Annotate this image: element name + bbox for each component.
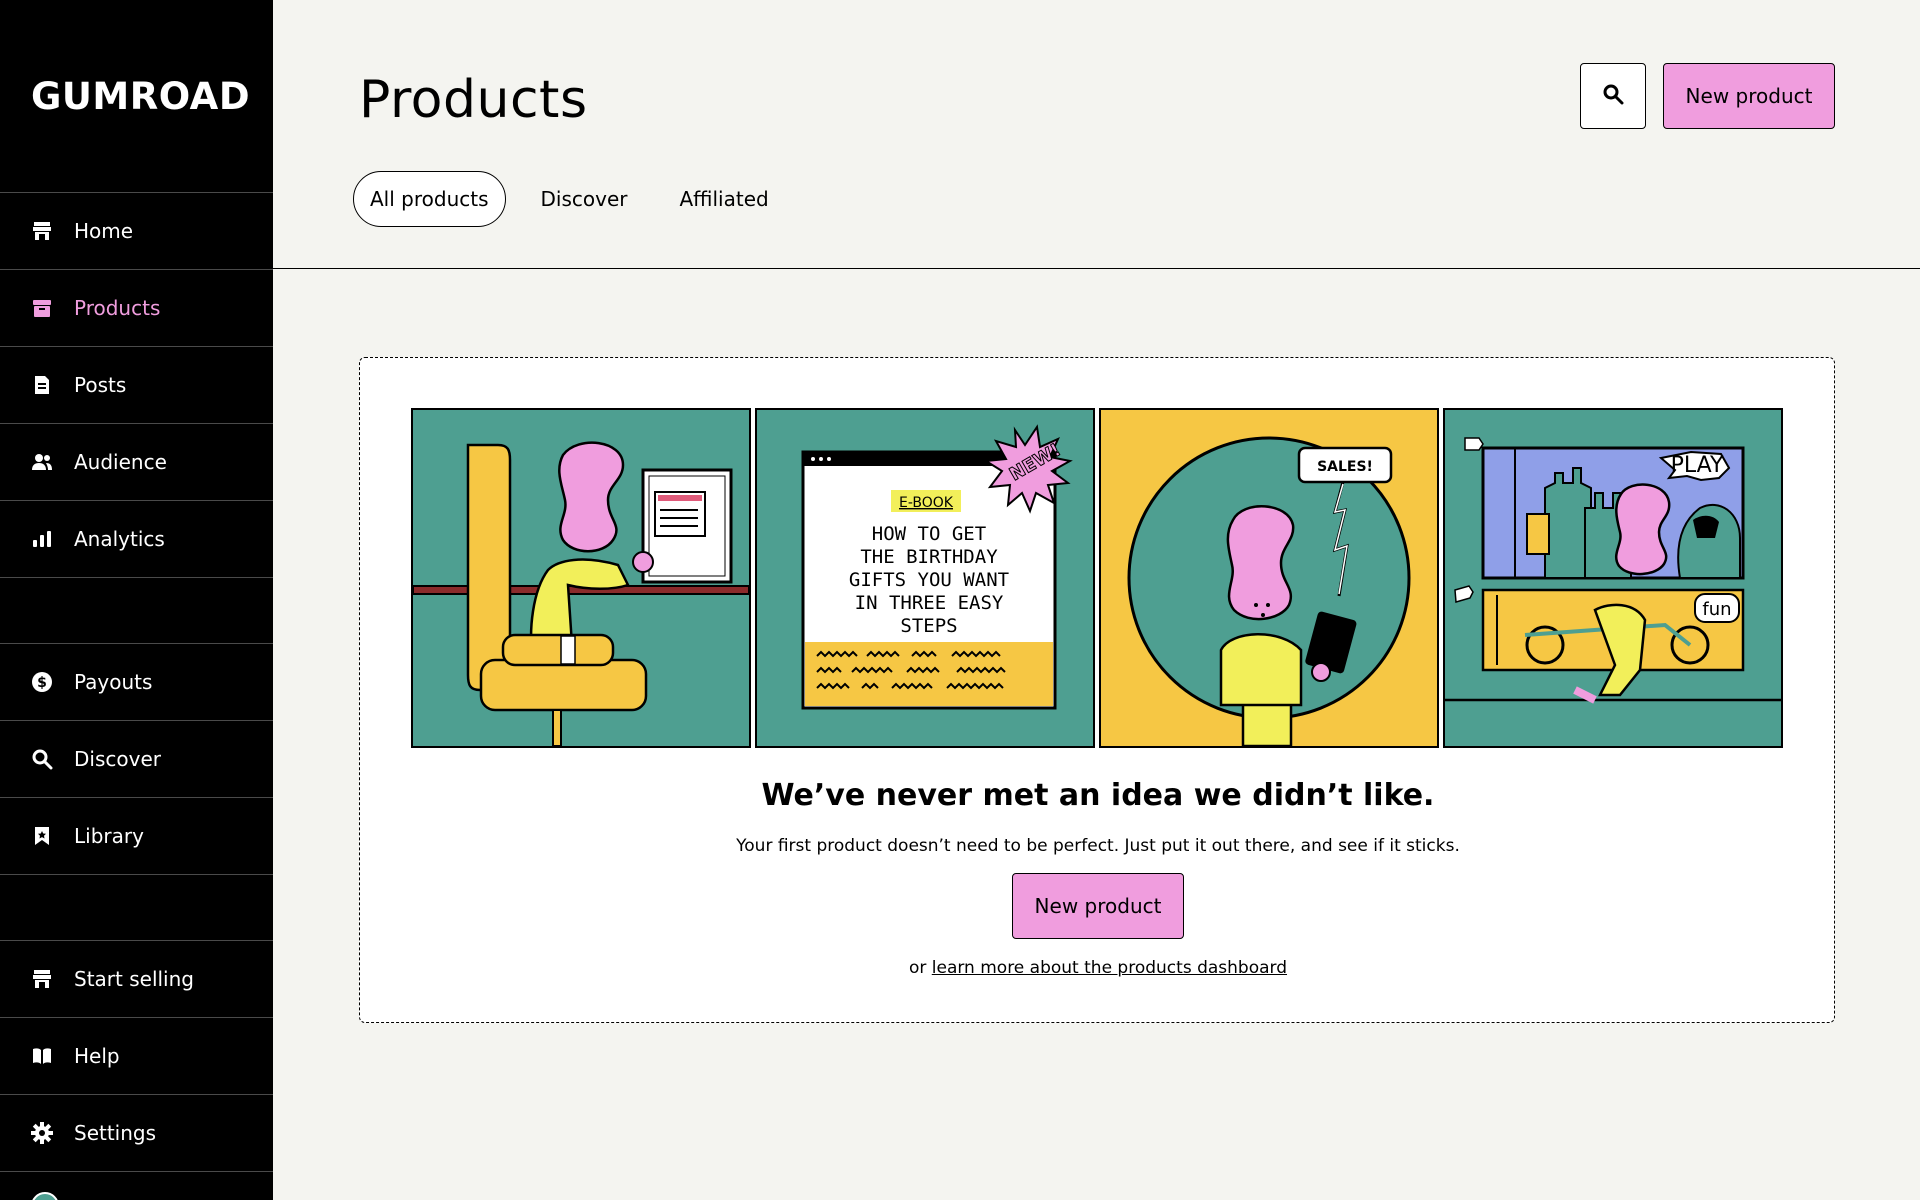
learn-more-line: or learn more about the products dashboa…	[360, 958, 1836, 978]
sidebar-item-products[interactable]: Products	[0, 269, 273, 346]
illustration-strip: NEW! E-BOOK HOW TO GET THE BIRTHDAY GIFT…	[411, 408, 1783, 748]
sidebar-item-audience[interactable]: Audience	[0, 423, 273, 500]
sidebar-item-library[interactable]: Library	[0, 797, 273, 874]
sidebar-item-payouts[interactable]: $ Payouts	[0, 643, 273, 720]
gear-icon	[31, 1122, 53, 1144]
people-icon	[31, 451, 53, 473]
ebook-title-line: HOW TO GET	[872, 523, 986, 545]
svg-text:$: $	[37, 675, 47, 691]
empty-state-subtext: Your first product doesn’t need to be pe…	[736, 836, 1460, 856]
sidebar-item-label: Home	[74, 219, 134, 243]
page-title: Products	[359, 70, 588, 130]
illustration-panel-ebook: NEW! E-BOOK HOW TO GET THE BIRTHDAY GIFT…	[755, 408, 1095, 748]
illustration-panel-desk	[411, 408, 751, 748]
sidebar-item-label: Help	[74, 1044, 120, 1068]
new-product-button[interactable]: New product	[1663, 63, 1835, 129]
sidebar-item-label: Payouts	[74, 670, 153, 694]
tab-all-products[interactable]: All products	[353, 171, 506, 227]
learn-more-link[interactable]: learn more about the products dashboard	[932, 958, 1287, 978]
sidebar-item-settings[interactable]: Settings	[0, 1094, 273, 1171]
search-button[interactable]	[1580, 63, 1646, 129]
search-icon	[1602, 83, 1624, 109]
bar-chart-icon	[31, 528, 53, 550]
ebook-title-line: GIFTS YOU WANT	[849, 569, 1009, 591]
ebook-title-line: IN THREE EASY	[855, 592, 1004, 614]
sidebar-item-home[interactable]: Home	[0, 192, 273, 269]
sidebar-item-label: Products	[74, 296, 161, 320]
sidebar-item-label: Discover	[74, 747, 161, 771]
store-icon	[31, 968, 53, 990]
tab-affiliated[interactable]: Affiliated	[662, 171, 785, 227]
empty-state-card: NEW! E-BOOK HOW TO GET THE BIRTHDAY GIFT…	[359, 357, 1835, 1023]
ebook-title-line: THE BIRTHDAY	[860, 546, 998, 568]
fun-text: fun	[1702, 599, 1731, 620]
avatar[interactable]	[31, 1192, 59, 1200]
sidebar-item-posts[interactable]: Posts	[0, 346, 273, 423]
sidebar-item-label: Posts	[74, 373, 127, 397]
illustration-panel-play: PLAY fun	[1443, 408, 1783, 748]
sidebar-item-help[interactable]: Help	[0, 1017, 273, 1094]
sidebar-item-label: Analytics	[74, 527, 165, 551]
sidebar-divider	[0, 1171, 273, 1172]
sidebar-item-label: Library	[74, 824, 144, 848]
header-divider	[273, 268, 1920, 269]
tab-discover[interactable]: Discover	[524, 171, 645, 227]
sidebar-item-label: Start selling	[74, 967, 194, 991]
bookmark-icon	[31, 825, 53, 847]
book-icon	[31, 1045, 53, 1067]
sidebar-item-start-selling[interactable]: Start selling	[0, 940, 273, 1017]
tab-bar: All products Discover Affiliated	[353, 171, 804, 227]
new-product-button-empty-state[interactable]: New product	[1012, 873, 1184, 939]
empty-state-headline: We’ve never met an idea we didn’t like.	[761, 778, 1435, 813]
ebook-title-line: STEPS	[900, 615, 957, 637]
sidebar-item-analytics[interactable]: Analytics	[0, 500, 273, 577]
illustration-panel-sales: SALES!	[1099, 408, 1439, 748]
sidebar: GUMROAD Home Products Posts Audience Ana…	[0, 0, 273, 1200]
store-icon	[31, 220, 53, 242]
dollar-circle-icon: $	[31, 671, 53, 693]
sidebar-item-label: Settings	[74, 1121, 157, 1145]
sidebar-item-discover[interactable]: Discover	[0, 720, 273, 797]
sidebar-divider	[0, 874, 273, 875]
main-content: Products New product All products Discov…	[273, 0, 1920, 1200]
learn-more-prefix: or	[908, 958, 927, 978]
play-text: PLAY	[1671, 453, 1724, 478]
archive-icon	[31, 297, 53, 319]
sidebar-item-label: Audience	[74, 450, 167, 474]
sidebar-divider	[0, 577, 273, 578]
ebook-tag: E-BOOK	[899, 495, 954, 511]
gumroad-logo[interactable]: GUMROAD	[31, 78, 250, 115]
speech-text: SALES!	[1317, 459, 1373, 475]
document-icon	[31, 374, 53, 396]
search-icon	[31, 748, 53, 770]
